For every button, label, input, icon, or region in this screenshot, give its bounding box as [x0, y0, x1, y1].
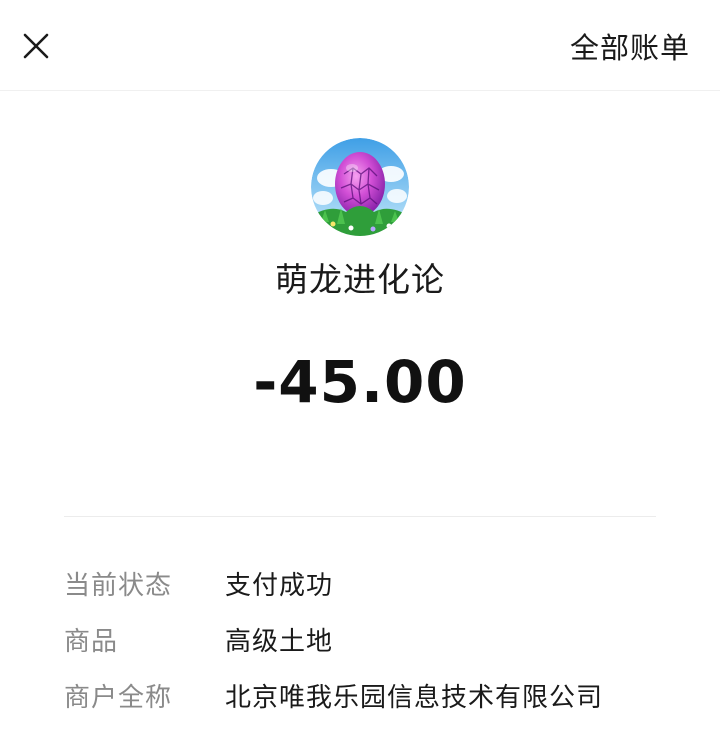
merchant-name: 萌龙进化论: [275, 260, 445, 299]
detail-row-merchant-fullname: 商户全称 北京唯我乐园信息技术有限公司: [64, 678, 684, 718]
payment-amount: -45.00: [253, 348, 467, 416]
detail-label: 当前状态: [64, 571, 173, 601]
merchant-avatar: [311, 138, 409, 236]
detail-value: 北京唯我乐园信息技术有限公司: [225, 683, 604, 713]
all-bills-link[interactable]: 全部账单: [570, 28, 690, 68]
close-button[interactable]: [14, 24, 58, 68]
detail-label: 商品: [64, 627, 119, 657]
detail-value: 支付成功: [225, 571, 334, 601]
divider: [64, 516, 656, 517]
detail-row-product: 商品 高级土地: [64, 622, 684, 662]
detail-row-status: 当前状态 支付成功: [64, 566, 684, 606]
detail-value: 高级土地: [225, 627, 334, 657]
detail-label: 商户全称: [64, 683, 173, 713]
dragon-egg-icon: [311, 138, 409, 236]
bill-detail-page: 全部账单 萌龙进化论 -45.00 当前状态 支付成功 商品 高级土地 商户全称…: [0, 0, 720, 729]
top-bar: 全部账单: [0, 0, 720, 91]
close-icon: [23, 33, 49, 59]
